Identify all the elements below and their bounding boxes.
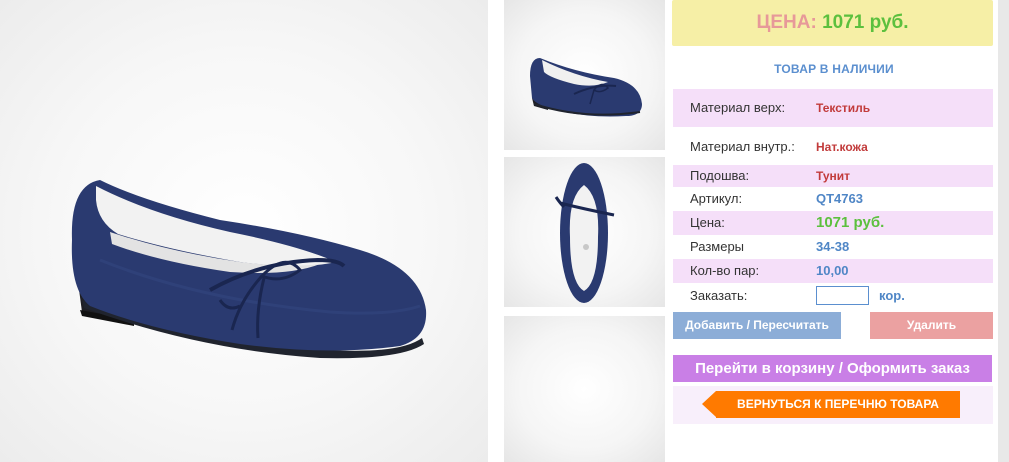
back-button-wrapper: ВЕРНУТЬСЯ К ПЕРЕЧНЮ ТОВАРА <box>673 386 993 424</box>
spec-row-material-inner: Материал внутр.: Нат.кожа <box>673 127 993 165</box>
spec-row-price: Цена: 1071 руб. <box>673 211 993 235</box>
spec-label: Артикул: <box>690 191 743 206</box>
shoe-side-image <box>71 180 427 359</box>
spec-row-material-top: Материал верх: Текстиль <box>673 89 993 127</box>
product-page: ЦЕНА: 1071 руб. ТОВАР В НАЛИЧИИ Материал… <box>0 0 1009 462</box>
thumbnail-top[interactable] <box>504 157 665 307</box>
spec-label: Размеры <box>690 239 745 254</box>
spec-row-pairs: Кол-во пар: 10,00 <box>673 259 993 283</box>
spec-label: Материал внутр.: <box>690 139 795 154</box>
order-unit: кор. <box>879 288 905 303</box>
thumbnail-side[interactable] <box>504 0 665 150</box>
stock-status: ТОВАР В НАЛИЧИИ <box>774 62 894 76</box>
spec-value: 1071 руб. <box>816 214 885 231</box>
spec-row-article: Артикул: QT4763 <box>673 188 993 210</box>
spec-value: 10,00 <box>816 263 849 278</box>
spec-value: Текстиль <box>816 101 871 115</box>
spec-value: Нат.кожа <box>816 140 868 154</box>
thumbnail-empty[interactable] <box>504 316 665 462</box>
spec-row-sole: Подошва: Тунит <box>673 165 993 187</box>
product-info-panel: ЦЕНА: 1071 руб. ТОВАР В НАЛИЧИИ Материал… <box>670 0 998 462</box>
order-row: Заказать: кор. <box>673 284 993 308</box>
go-to-cart-button[interactable]: Перейти в корзину / Оформить заказ <box>673 355 992 382</box>
spec-value: 34-38 <box>816 239 850 254</box>
order-quantity-input[interactable] <box>816 286 869 305</box>
price-label: ЦЕНА: <box>756 12 817 33</box>
add-recalculate-button[interactable]: Добавить / Пересчитать <box>673 312 841 339</box>
price-banner: ЦЕНА: 1071 руб. <box>672 0 993 46</box>
delete-button[interactable]: Удалить <box>870 312 993 339</box>
spec-value: Тунит <box>816 169 851 183</box>
price-value: 1071 руб. <box>822 12 909 33</box>
spec-label: Материал верх: <box>690 100 786 115</box>
page-edge <box>998 0 1009 462</box>
shoe-thumbnail-side <box>530 58 642 117</box>
spec-label: Подошва: <box>690 168 750 183</box>
main-product-photo[interactable] <box>0 0 488 462</box>
back-to-list-button[interactable]: ВЕРНУТЬСЯ К ПЕРЕЧНЮ ТОВАРА <box>702 391 960 418</box>
spec-label: Цена: <box>690 215 725 230</box>
spec-value: QT4763 <box>816 191 863 206</box>
shoe-thumbnail-top <box>554 163 615 303</box>
thumbnail-gallery <box>488 0 670 462</box>
order-label: Заказать: <box>690 288 748 303</box>
spec-row-sizes: Размеры 34-38 <box>673 236 993 258</box>
spec-label: Кол-во пар: <box>690 263 760 278</box>
